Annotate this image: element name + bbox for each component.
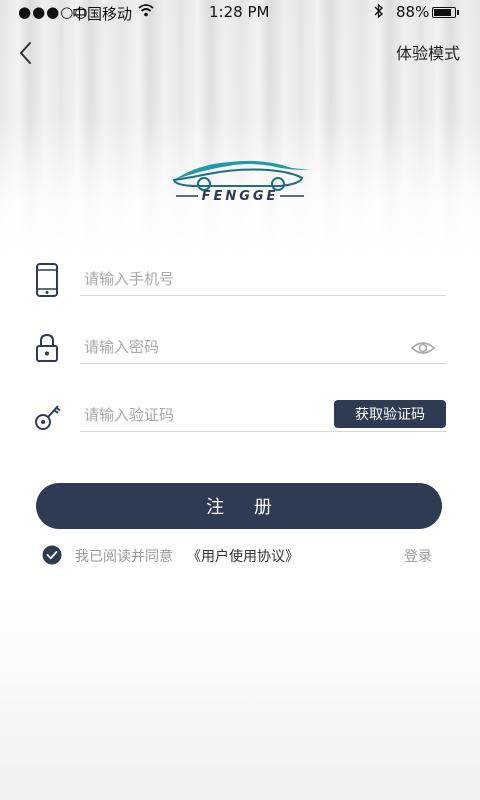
login-link[interactable]: 登录 bbox=[404, 546, 432, 566]
password-input[interactable] bbox=[80, 330, 446, 364]
trial-mode-button[interactable]: 体验模式 bbox=[396, 40, 460, 64]
brand-text: FENGGE bbox=[202, 189, 279, 204]
chevron-left-icon bbox=[19, 42, 31, 64]
check-icon bbox=[42, 545, 62, 565]
phone-input[interactable] bbox=[80, 262, 446, 296]
battery-percent: 88% bbox=[396, 3, 430, 21]
verification-code-input[interactable] bbox=[80, 398, 330, 432]
clock: 1:28 PM bbox=[209, 3, 270, 21]
bluetooth-icon bbox=[374, 3, 384, 23]
register-button[interactable]: 注 册 bbox=[36, 483, 442, 529]
user-agreement-link[interactable]: 《用户使用协议》 bbox=[187, 546, 299, 566]
eye-icon[interactable] bbox=[410, 338, 436, 358]
lock-icon bbox=[32, 330, 62, 366]
battery-fill bbox=[434, 9, 451, 16]
brand-logo: FENGGE bbox=[168, 150, 312, 210]
carrier-name: 中国移动 bbox=[72, 5, 133, 23]
agreement-checkbox[interactable] bbox=[42, 545, 62, 565]
battery-tip bbox=[457, 10, 459, 15]
phone-icon bbox=[32, 262, 62, 298]
status-bar: ●●●○○ 中国移动 1:28 PM 88% bbox=[0, 0, 480, 26]
get-code-button[interactable]: 获取验证码 bbox=[334, 400, 446, 428]
code-field-underline bbox=[330, 431, 446, 432]
battery-icon bbox=[432, 7, 456, 18]
key-icon bbox=[32, 398, 62, 434]
back-button[interactable] bbox=[14, 38, 42, 68]
agreement-text: 我已阅读并同意 bbox=[75, 549, 173, 565]
wifi-icon bbox=[138, 3, 154, 21]
